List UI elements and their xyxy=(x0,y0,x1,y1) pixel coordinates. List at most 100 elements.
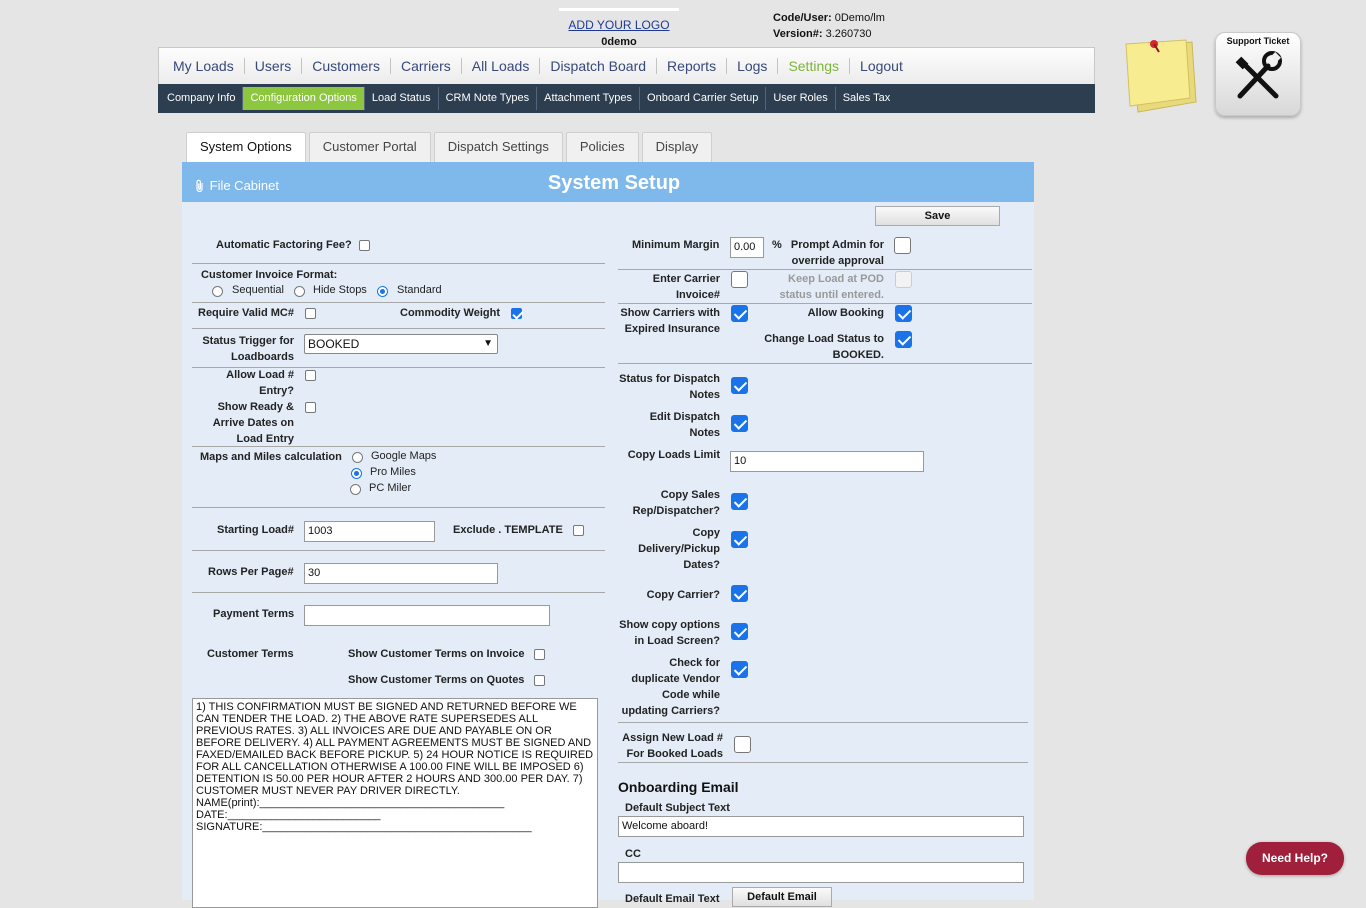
tab-system-options[interactable]: System Options xyxy=(186,132,306,163)
assign-new-line2: For Booked Loads xyxy=(626,748,723,760)
subnav-crm-note-types[interactable]: CRM Note Types xyxy=(439,87,538,110)
status-dispatch-label: Status for Dispatch Notes xyxy=(612,371,720,403)
status-trigger-select[interactable]: BOOKED ▼ xyxy=(304,334,498,354)
tab-display[interactable]: Display xyxy=(641,132,713,162)
show-terms-invoice-checkbox[interactable] xyxy=(534,649,545,660)
file-cabinet-link[interactable]: File Cabinet xyxy=(194,177,279,193)
subnav-sales-tax[interactable]: Sales Tax xyxy=(836,87,898,110)
copy-sales-line2: Rep/Dispatcher? xyxy=(632,505,720,517)
tab-policies[interactable]: Policies xyxy=(565,132,639,162)
assign-new-label: Assign New Load # For Booked Loads xyxy=(612,730,723,762)
divider xyxy=(618,762,1028,763)
payment-terms-input[interactable] xyxy=(304,605,550,626)
customer-terms-textarea[interactable]: 1) THIS CONFIRMATION MUST BE SIGNED AND … xyxy=(192,698,598,908)
need-help-button[interactable]: Need Help? xyxy=(1246,842,1344,875)
nav-settings[interactable]: Settings xyxy=(778,58,851,74)
tab-customer-portal[interactable]: Customer Portal xyxy=(308,132,431,162)
divider xyxy=(618,363,1032,364)
enter-carrier-checkbox[interactable] xyxy=(731,271,748,288)
status-trigger-label: Status Trigger for Loadboards xyxy=(192,333,294,365)
commodity-weight-label: Commodity Weight xyxy=(400,307,501,319)
code-user-label: Code/User: xyxy=(773,12,832,24)
sticky-note-icon[interactable] xyxy=(1118,36,1198,116)
require-mc-label: Require Valid MC# xyxy=(198,307,294,319)
nav-dispatch-board[interactable]: Dispatch Board xyxy=(540,58,658,74)
invoice-standard-radio[interactable] xyxy=(377,286,388,297)
invoice-hide-stops-radio[interactable] xyxy=(294,286,305,297)
allow-booking-checkbox[interactable] xyxy=(895,305,912,322)
keep-load-checkbox[interactable] xyxy=(895,271,912,288)
default-subject-input[interactable]: Welcome aboard! xyxy=(618,816,1024,837)
assign-new-checkbox[interactable] xyxy=(734,736,751,753)
nav-carriers[interactable]: Carriers xyxy=(391,58,462,74)
default-email-button[interactable]: Default Email xyxy=(732,887,832,907)
show-copy-checkbox[interactable] xyxy=(731,623,748,640)
check-dup-checkbox[interactable] xyxy=(731,661,748,678)
allow-load-checkbox[interactable] xyxy=(305,370,316,381)
subnav-company-info[interactable]: Company Info xyxy=(160,87,244,110)
divider xyxy=(192,592,605,593)
copy-loads-limit-input[interactable]: 10 xyxy=(730,451,924,472)
save-button[interactable]: Save xyxy=(875,206,1000,226)
support-ticket-label: Support Ticket xyxy=(1226,36,1290,46)
show-terms-quotes-label: Show Customer Terms on Quotes xyxy=(348,674,525,686)
commodity-weight-checkbox[interactable] xyxy=(511,308,522,319)
divider xyxy=(192,507,605,508)
onboarding-email-title: Onboarding Email xyxy=(618,779,739,795)
show-ready-checkbox[interactable] xyxy=(305,402,316,413)
support-ticket-button[interactable]: Support Ticket xyxy=(1215,32,1301,116)
status-dispatch-checkbox[interactable] xyxy=(731,377,748,394)
nav-users[interactable]: Users xyxy=(245,58,303,74)
customer-terms-label: Customer Terms xyxy=(207,648,294,660)
nav-my-loads[interactable]: My Loads xyxy=(163,58,245,74)
code-user-value: 0Demo/lm xyxy=(834,12,885,24)
invoice-sequential-radio[interactable] xyxy=(212,286,223,297)
edit-dispatch-checkbox[interactable] xyxy=(731,415,748,432)
require-mc-checkbox[interactable] xyxy=(305,308,316,319)
exclude-template-checkbox[interactable] xyxy=(573,525,584,536)
status-dispatch-line1: Status for Dispatch xyxy=(619,373,720,385)
subnav-user-roles[interactable]: User Roles xyxy=(766,87,836,110)
subnav-configuration-options[interactable]: Configuration Options xyxy=(243,87,365,110)
default-email-text-label: Default Email Text xyxy=(625,893,720,905)
nav-customers[interactable]: Customers xyxy=(302,58,391,74)
divider xyxy=(192,446,605,447)
copy-delivery-checkbox[interactable] xyxy=(731,531,748,548)
maps-pro-miles-radio[interactable] xyxy=(351,468,362,479)
cc-label: CC xyxy=(625,848,641,860)
starting-load-input[interactable]: 1003 xyxy=(304,521,435,542)
keep-load-line1: Keep Load at POD xyxy=(788,273,884,285)
nav-logout[interactable]: Logout xyxy=(850,58,913,74)
cc-input[interactable] xyxy=(618,862,1024,883)
maps-google-radio[interactable] xyxy=(352,452,363,463)
subnav-onboard-carrier-setup[interactable]: Onboard Carrier Setup xyxy=(640,87,767,110)
allow-booking-label: Allow Booking xyxy=(807,307,884,319)
auto-factoring-checkbox[interactable] xyxy=(359,240,370,251)
show-terms-quotes-checkbox[interactable] xyxy=(534,675,545,686)
logo-area: ADD YOUR LOGO 0demo xyxy=(559,8,679,48)
prompt-admin-checkbox[interactable] xyxy=(894,237,911,254)
divider xyxy=(192,550,605,551)
copy-delivery-line2: Delivery/Pickup xyxy=(638,543,720,555)
chevron-down-icon: ▼ xyxy=(483,338,493,349)
nav-all-loads[interactable]: All Loads xyxy=(462,58,541,74)
maps-pro-miles-label: Pro Miles xyxy=(370,466,416,478)
tab-dispatch-settings[interactable]: Dispatch Settings xyxy=(433,132,563,162)
nav-reports[interactable]: Reports xyxy=(657,58,728,74)
show-copy-line1: Show copy options xyxy=(619,619,720,631)
show-carriers-label: Show Carriers with Expired Insurance xyxy=(618,305,720,337)
rows-per-page-input[interactable]: 30 xyxy=(304,563,498,584)
copy-delivery-line1: Copy xyxy=(692,527,721,539)
maps-pc-miler-radio[interactable] xyxy=(350,484,361,495)
copy-carrier-checkbox[interactable] xyxy=(731,585,748,602)
prompt-admin-label: Prompt Admin for override approval xyxy=(786,237,884,269)
invoice-format-label: Customer Invoice Format: xyxy=(201,269,338,281)
copy-sales-checkbox[interactable] xyxy=(731,493,748,510)
add-logo-link[interactable]: ADD YOUR LOGO xyxy=(559,18,679,32)
subnav-attachment-types[interactable]: Attachment Types xyxy=(537,87,641,110)
show-carriers-checkbox[interactable] xyxy=(731,305,748,322)
min-margin-input[interactable]: 0.00 xyxy=(730,237,764,258)
change-status-checkbox[interactable] xyxy=(895,331,912,348)
subnav-load-status[interactable]: Load Status xyxy=(365,87,439,110)
nav-logs[interactable]: Logs xyxy=(727,58,779,74)
